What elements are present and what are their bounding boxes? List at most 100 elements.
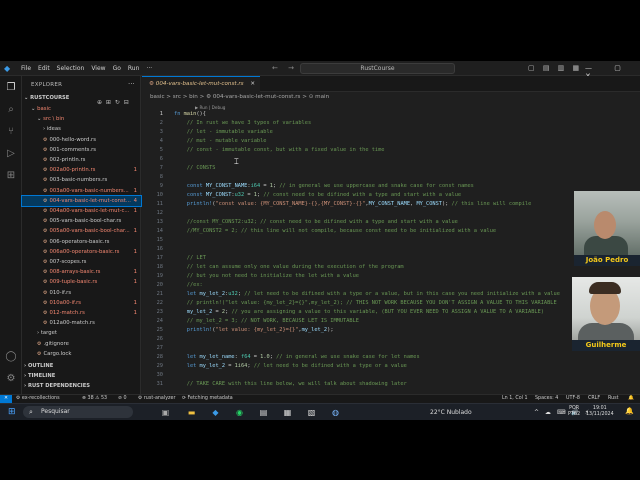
account-icon[interactable]: ◯ [5,351,17,363]
status-ports[interactable]: ⊘ 0 [118,395,127,403]
layout-toggle-icons[interactable]: ▢ ▤ ▥ ▦ [528,64,582,72]
breadcrumb[interactable]: basic > src > bin > ⚙ 004-vars-basic-let… [150,94,329,100]
tree-file[interactable]: ⚙ 006-operators-basic.rs [22,237,141,247]
code-line[interactable]: 20 //ex: [142,281,640,290]
settings-gear-icon[interactable]: ⚙ [5,373,17,385]
code-line[interactable]: 26 [142,335,640,344]
run-debug-icon[interactable]: ▷ [5,148,17,160]
code-line[interactable]: 11 println!("const value: {MY_CONST_NAME… [142,200,640,209]
menu-edit[interactable]: Edit [38,65,50,72]
tree-file[interactable]: ⚙ 012a00-match.rs [22,318,141,328]
source-control-icon[interactable]: ⑂ [5,126,17,138]
windows-start-icon[interactable]: ⊞ [8,407,18,417]
tree-file[interactable]: ⚙ 002a00-println.rs 1 [22,165,141,175]
notification-bell-icon[interactable]: 🔔 [625,407,634,415]
code-line[interactable]: 14 //MY_CONST2 = 2; // this line will no… [142,227,640,236]
menu-selection[interactable]: Selection [57,65,85,72]
extensions-icon[interactable]: ⊞ [5,170,17,182]
status-rust-analyzer[interactable]: ⚙ rust-analyzer [138,395,175,403]
code-line[interactable]: 5 // const - immutable const, but with a… [142,146,640,155]
code-line[interactable]: 9 const MY_CONST_NAME:i64 = 1; // in gen… [142,182,640,191]
code-line[interactable]: 30 [142,371,640,380]
system-tray-icons[interactable]: ^ ☁ ⌨ 🔊 ⚡ [534,404,591,420]
tree-file[interactable]: ⚙ 010a00-if.rs 1 [22,298,141,308]
tree-file[interactable]: ⚙ 006a00-operators-basic.rs 1 [22,247,141,257]
code-line[interactable]: 6 [142,155,640,164]
editor-tab-active[interactable]: ⚙ 004-vars-basic-let-mut-const.rs ✕ [142,76,260,92]
tree-folder[interactable]: › target [22,328,141,338]
section-outline[interactable]: › OUTLINE [24,362,141,371]
status-encoding[interactable]: UTF-8 [566,395,580,403]
tree-file[interactable]: ⚙ 003a00-vars-basic-numbers... 1 [22,186,141,196]
code-line[interactable]: 27 [142,344,640,353]
code-line[interactable]: 19 // but you not need to initialize the… [142,272,640,281]
status-indent[interactable]: Spaces: 4 [535,395,558,403]
app-icon[interactable]: ▧ [306,407,317,418]
tree-file[interactable]: ⚙ Cargo.lock [22,349,141,359]
code-line[interactable]: 21 let my_let_2:u32; // let need to be d… [142,290,640,299]
section-rust-dependencies[interactable]: › RUST DEPENDENCIES [24,382,141,391]
menu-go[interactable]: Go [113,65,121,72]
section-timeline[interactable]: › TIMELINE [24,372,141,381]
tree-file[interactable]: ⚙ 007-scopes.rs [22,257,141,267]
tree-file[interactable]: ⚙ 009-tuple-basic.rs 1 [22,277,141,287]
weather-widget[interactable]: 22°C Nublado [430,404,472,420]
search-icon[interactable]: ⌕ [5,104,17,116]
vscode-taskbar-icon[interactable]: ◆ [210,407,221,418]
tree-file[interactable]: ⚙ 005a00-vars-basic-bool-char... 1 [22,226,141,236]
task-view-icon[interactable]: ▣ [160,407,171,418]
tree-folder[interactable]: › ideas [22,124,141,134]
sidebar-more-icon[interactable]: ··· [128,80,135,88]
tree-file[interactable]: ⚙ 010-if.rs [22,288,141,298]
taskbar-search[interactable]: Pesquisar [23,406,133,418]
tree-file[interactable]: ⚙ 002-println.rs [22,155,141,165]
tree-file[interactable]: ⚙ 004-vars-basic-let-mut-const... 4 [21,194,142,208]
tree-file[interactable]: ⚙ 005-vars-basic-bool-char.rs [22,216,141,226]
browser-icon[interactable]: ◍ [330,407,341,418]
code-line[interactable]: 31 // TAKE CARE with this line below, we… [142,380,640,389]
code-line[interactable]: 3 // let - immutable variable [142,128,640,137]
code-line[interactable]: 8 [142,173,640,182]
tree-folder[interactable]: ⌄ src \ bin [22,114,141,124]
code-line[interactable]: 10 const MY_CONST:u32 = 1; // const need… [142,191,640,200]
tree-file[interactable]: ⚙ .gitignore [22,339,141,349]
input-language[interactable]: POR PTB2 [568,406,580,418]
tree-file[interactable]: ⚙ 001-comments.rs [22,145,141,155]
code-line[interactable]: 15 [142,236,640,245]
code-line[interactable]: 22 // println!("let value: {my_let_2}={}… [142,299,640,308]
menu-run[interactable]: Run [128,65,140,72]
tree-folder[interactable]: ⌄ basic [22,104,141,114]
menu-view[interactable]: View [91,65,105,72]
tree-file[interactable]: ⚙ 008-arrays-basic.rs 1 [22,267,141,277]
app-icon[interactable]: ▤ [258,407,269,418]
code-line[interactable]: 7 // CONSTS [142,164,640,173]
code-line[interactable]: 1 fn main(){ [142,110,640,119]
status-bell-icon[interactable]: 🔔 [628,395,634,403]
status-cursor-pos[interactable]: Ln 1, Col 1 [502,395,528,403]
menu-file[interactable]: File [21,65,31,72]
code-view[interactable]: 1 fn main(){2 // In rust we have 3 types … [142,110,640,394]
status-workspace[interactable]: ⚙ ex-recollections [16,395,60,403]
app-icon[interactable]: ▦ [282,407,293,418]
explorer-icon[interactable]: ❐ [5,82,17,94]
file-explorer-icon[interactable]: ▬ [186,407,197,418]
menu-more[interactable]: ··· [146,65,152,72]
whatsapp-icon[interactable]: ◉ [234,407,245,418]
code-line[interactable]: 29 let my_let_2 = 1i64; // let need to b… [142,362,640,371]
code-line[interactable]: 23 my_let_2 = 2; // you are assigning a … [142,308,640,317]
nav-back-forward-icon[interactable]: ← → [272,64,298,72]
code-line[interactable]: 17 // LET [142,254,640,263]
code-line[interactable]: 4 // mut - mutable variable [142,137,640,146]
code-line[interactable]: 18 // let can assume only one value duri… [142,263,640,272]
tree-file[interactable]: ⚙ 012-match.rs 1 [22,308,141,318]
code-line[interactable]: 16 [142,245,640,254]
code-line[interactable]: 13 //const MY_CONST2:u32; // const need … [142,218,640,227]
status-language[interactable]: Rust [608,395,619,403]
code-line[interactable]: 25 println!("let value: {my_let_2}={}",m… [142,326,640,335]
code-line[interactable]: 12 [142,209,640,218]
tab-close-icon[interactable]: ✕ [250,77,255,91]
tree-file[interactable]: ⚙ 000-hello-word.rs [22,135,141,145]
code-line[interactable]: 24 // my_let_2 = 3; // NOT WORK, BECAUSE… [142,317,640,326]
tree-file[interactable]: ⚙ 003-basic-numbers.rs [22,175,141,185]
clock[interactable]: 19:01 13/11/2024 [586,406,614,418]
